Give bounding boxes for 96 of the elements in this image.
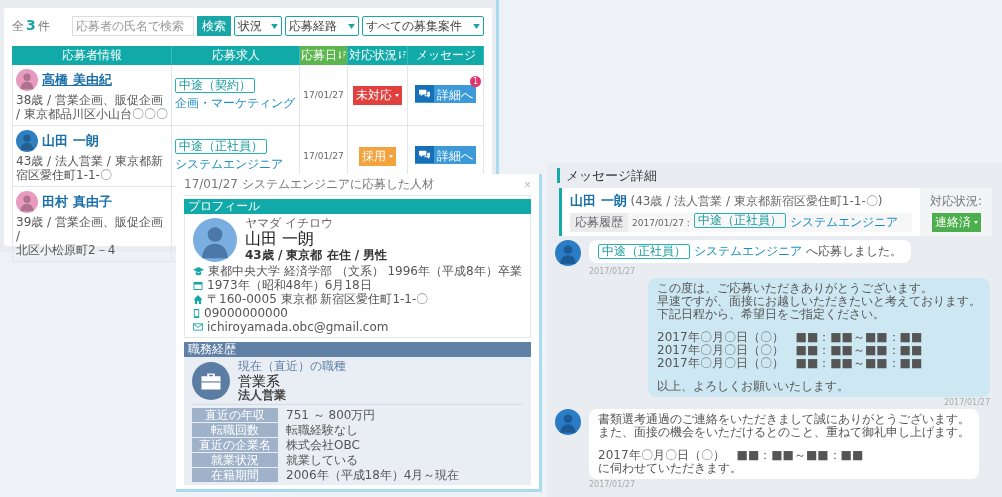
job-title-link[interactable]: システムエンジニア xyxy=(175,156,296,173)
applicant-name-link[interactable]: 山田 一朗 xyxy=(570,192,627,210)
caret-icon xyxy=(348,23,355,29)
column-header[interactable]: 応募求人 xyxy=(172,46,300,65)
profile-detail: 東都中央大学 経済学部 （文系） 1996年（平成8年）卒業 xyxy=(208,262,522,279)
field-label: 転職回数 xyxy=(192,423,278,437)
applicant-detail: 43歳 / 法人営業 / 東京都新宿区愛住町1-1-〇 xyxy=(16,154,164,182)
caret-icon xyxy=(271,23,278,29)
job-title-link[interactable]: 企画・マーケティング xyxy=(175,95,296,112)
field-value: 株式会社OBC xyxy=(286,438,361,452)
job-type-tag: 中途（正社員） xyxy=(598,244,690,259)
column-header[interactable]: メッセージ xyxy=(408,46,484,65)
field-label: 直近の年収 xyxy=(192,408,278,422)
profile-detail: 1973年（昭和48年）6月18日 xyxy=(207,277,372,293)
filter-dropdown[interactable]: すべての募集案件 xyxy=(362,16,484,36)
person-avatar xyxy=(555,240,581,266)
job-category: 営業系 xyxy=(238,373,280,389)
applicant-name-link[interactable]: 山田 一朗 xyxy=(42,132,99,150)
applied-date: 17/01/27 xyxy=(303,90,344,100)
field-value: 2006年（平成18年）4月～現在 xyxy=(286,468,461,482)
section-header: プロフィール xyxy=(184,199,531,214)
message-line: 下記日程から、希望日をご指定ください。 xyxy=(657,308,885,321)
applicant-name: 山田 一朗 xyxy=(245,230,316,248)
filter-dropdown[interactable]: 状況 xyxy=(234,16,282,36)
field-label: 就業状況 xyxy=(192,453,278,467)
phone-icon xyxy=(193,308,200,318)
applicant-summary: 43歳 / 東京都 在住 / 男性 xyxy=(245,248,388,262)
detail-button[interactable]: 詳細へ xyxy=(415,84,476,103)
sort-icon xyxy=(399,51,406,60)
message-line: また、面接の機会をいただけるとのこと、重ねて御礼申し上げます。 xyxy=(598,426,970,439)
message-line: 書類選考通過のご連絡をいただきまして誠にありがとうございます。 xyxy=(598,413,970,426)
profile-detail: ichiroyamada.obc@gmail.com xyxy=(207,320,389,334)
applied-date: 17/01/27 xyxy=(303,151,344,161)
calendar-icon xyxy=(193,280,203,290)
status-dropdown[interactable]: 連絡済 xyxy=(931,212,981,232)
caret-icon xyxy=(473,23,480,29)
message-line: 2017年〇月〇日（〇） ■■：■■～■■：■■ xyxy=(657,331,924,344)
message-text: へ応募しました。 xyxy=(806,245,902,258)
status-dropdown[interactable]: 採用 xyxy=(359,146,396,166)
column-header[interactable]: 応募日 xyxy=(300,46,348,65)
job-title-link[interactable]: システムエンジニア xyxy=(694,245,802,258)
filter-dropdown[interactable]: 応募経路 xyxy=(285,16,359,36)
field-value: 転職経験なし xyxy=(286,423,359,437)
applicant-name-link[interactable]: 田村 真由子 xyxy=(42,193,112,211)
person-avatar xyxy=(193,217,237,262)
applicant-detail: 38歳 / 営業企画、販促企画 / 東京都品川区小山台〇〇〇 xyxy=(16,93,168,121)
message-line: 早速ですが、面接にお越しいただきたいと考えております。 xyxy=(657,295,981,308)
job-title-link[interactable]: システムエンジニア xyxy=(789,214,898,231)
job-type-tag: 中途（契約） xyxy=(175,78,255,93)
message-line: に伺わせていただきます。 xyxy=(598,462,743,475)
search-field[interactable]: 応募者の氏名で検索 xyxy=(72,16,194,36)
field-value: 751 ～ 800万円 xyxy=(286,408,377,422)
history-label: 応募履歴 xyxy=(570,213,628,232)
close-button[interactable]: × xyxy=(524,177,531,192)
applicant-name-link[interactable]: 高橋 美由紀 xyxy=(42,71,112,89)
profile-detail: 〒160-0005 東京都 新宿区愛住町1-1-〇 xyxy=(207,291,429,308)
message-time: 2017/01/27 xyxy=(589,480,636,489)
profile-detail: 09000000000 xyxy=(204,306,288,320)
field-value: 就業している xyxy=(286,453,359,467)
unread-badge: 1 xyxy=(470,75,481,87)
person-avatar xyxy=(555,409,581,435)
applicant-summary: (43歳 / 法人営業 / 東京都新宿区愛住町1-1-〇) xyxy=(630,193,883,210)
history-date: 2017/01/27 : xyxy=(632,217,690,228)
field-label: 在籍期間 xyxy=(192,468,278,482)
sort-icon xyxy=(339,51,346,60)
applicant-detail: 39歳 / 営業企画、販促企画 / xyxy=(16,215,164,243)
message-line: 2017年〇月〇日（〇） ■■：■■～■■：■■ xyxy=(657,344,924,357)
graduation-cap-icon xyxy=(193,266,204,276)
status-dropdown[interactable]: 未対応 xyxy=(353,85,402,105)
message-line: 以上、よろしくお願いいたします。 xyxy=(657,380,850,393)
chat-icon xyxy=(415,145,434,163)
home-icon xyxy=(193,294,203,304)
applicant-detail: 北区小松原町2－4 xyxy=(16,243,117,257)
message-time: 2017/01/27 xyxy=(943,398,990,407)
job-type-tag: 中途（正社員） xyxy=(175,139,267,154)
message-time: 2017/01/27 xyxy=(589,267,636,276)
briefcase-icon xyxy=(192,362,230,400)
section-header: 職務経歴 xyxy=(184,342,531,357)
message-line: 2017年〇月〇日（〇） ■■：■■～■■：■■ xyxy=(598,449,865,462)
search-button[interactable]: 検索 xyxy=(197,16,231,36)
column-header[interactable]: 応募者情報 xyxy=(12,46,172,65)
message-line: 2017年〇月〇日（〇） ■■：■■～■■：■■ xyxy=(657,357,924,370)
result-count: 全 3 件 xyxy=(12,17,50,35)
column-header[interactable]: 対応状況 xyxy=(348,46,408,65)
job-type-tag: 中途（正社員） xyxy=(693,213,786,228)
job-role: 法人営業 xyxy=(238,389,287,402)
detail-button[interactable]: 詳細へ xyxy=(415,145,476,164)
message-line: この度は、ご応募いただきありがとうございます。 xyxy=(657,282,934,295)
name-reading: ヤマダ イチロウ xyxy=(245,217,334,230)
envelope-icon xyxy=(193,323,203,331)
modal-title: 17/01/27 システムエンジニアに応募した人材 xyxy=(184,176,434,193)
status-label: 対応状況: xyxy=(929,192,982,210)
career-caption: 現在（直近）の職種 xyxy=(238,360,346,373)
field-label: 直近の企業名 xyxy=(192,438,278,452)
chat-icon xyxy=(415,84,434,102)
panel-title: メッセージ詳細 xyxy=(557,168,657,183)
